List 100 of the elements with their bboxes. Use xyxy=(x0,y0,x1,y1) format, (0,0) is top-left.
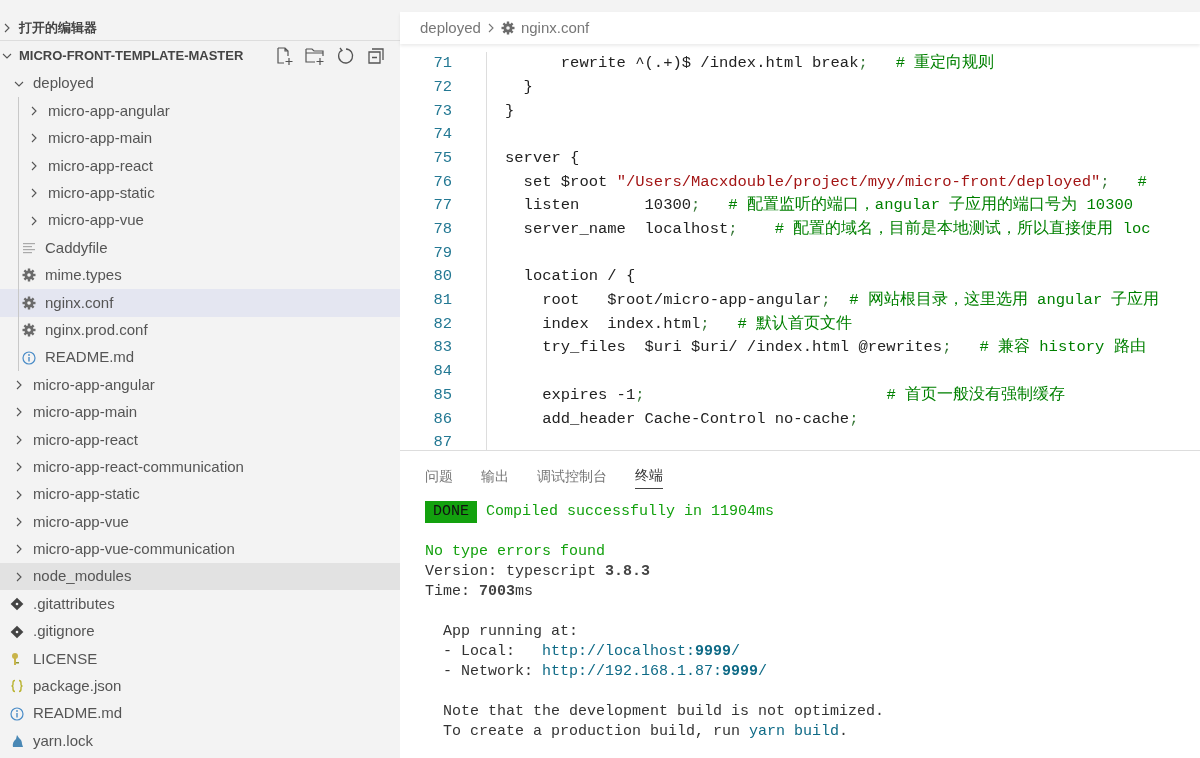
code-text: ; xyxy=(635,384,645,406)
terminal-text: No type errors found xyxy=(425,541,606,562)
code-text: location / { xyxy=(522,266,636,288)
terminal-text: 3.8.3 xyxy=(605,561,651,582)
done-badge: DONE xyxy=(425,500,477,524)
code-text: ; xyxy=(849,408,859,430)
chevron-right-icon xyxy=(29,188,39,199)
code-text: index index.html xyxy=(541,313,701,335)
code-text: add_header Cache-Control no-cache xyxy=(541,408,850,430)
chevron-right-icon xyxy=(29,133,39,144)
terminal-text: Time: xyxy=(425,581,471,602)
new-file-icon[interactable] xyxy=(274,45,294,66)
code-comment: # 配置的域名，目前是本地测试，所以直接使用 loc xyxy=(773,219,1151,241)
line-number: 87 xyxy=(432,432,452,450)
line-number: 76 xyxy=(432,171,452,193)
code-text: ; xyxy=(728,219,738,241)
panel-tab[interactable]: 终端 xyxy=(635,465,663,489)
info-icon xyxy=(22,350,36,365)
line-number: 83 xyxy=(432,337,452,359)
terminal-text: Compiled successfully in 11904ms xyxy=(485,501,775,522)
code-comment: # 首页一般没有强制缓存 xyxy=(885,384,1065,406)
chevron-right-icon xyxy=(29,215,39,226)
code-text: rewrite ^(.+)$ /index.html break xyxy=(559,53,859,75)
panel-tab[interactable]: 调试控制台 xyxy=(537,465,607,489)
code-text: ; xyxy=(858,53,868,75)
new-folder-icon[interactable] xyxy=(304,45,326,66)
line-number: 73 xyxy=(432,100,452,122)
panel-tab[interactable]: 问题 xyxy=(425,465,453,489)
info-icon xyxy=(10,706,24,721)
chevron-right-icon xyxy=(14,489,24,500)
code-comment: # 配置监听的端口，angular 子应用的端口号为 10300 xyxy=(727,194,1134,217)
open-editors-header[interactable]: 打开的编辑器 xyxy=(0,15,400,41)
terminal-text: . xyxy=(839,721,849,742)
line-number: 81 xyxy=(432,290,452,312)
line-number: 80 xyxy=(432,266,452,288)
code-text: server { xyxy=(505,147,580,169)
terminal-text: App running at: xyxy=(442,621,579,642)
chevron-right-icon xyxy=(2,22,12,33)
code-comment: # 兼容 history 路由 xyxy=(978,336,1146,359)
line-number: 75 xyxy=(432,147,452,169)
folder-item[interactable]: node_modules xyxy=(0,563,400,591)
text-lines-icon xyxy=(22,241,36,256)
terminal-text: Version: typescript xyxy=(425,561,598,582)
collapse-all-icon[interactable] xyxy=(366,45,386,66)
chevron-right-icon xyxy=(14,544,24,555)
gear-icon xyxy=(22,268,36,283)
line-number: 78 xyxy=(432,219,452,241)
chevron-right-icon xyxy=(14,571,24,582)
line-number: 71 xyxy=(432,53,452,75)
code-text: set $root xyxy=(522,171,609,193)
terminal-text: To create a production build, run xyxy=(442,721,742,742)
breadcrumb-item[interactable]: nginx.conf xyxy=(520,16,590,40)
code-text: ; xyxy=(942,337,952,359)
terminal-text: - Local: xyxy=(442,641,516,662)
code-text: server_name localhost xyxy=(522,219,729,241)
line-number: 79 xyxy=(432,242,452,264)
code-comment: # 默认首页文件 xyxy=(736,313,853,335)
code-text: ; xyxy=(691,195,701,217)
refresh-icon[interactable] xyxy=(336,45,356,66)
code-text: root $root/micro-app-angular xyxy=(541,290,822,312)
diamond-icon xyxy=(10,597,24,612)
chevron-right-icon xyxy=(14,434,24,445)
diamond-icon xyxy=(10,624,24,639)
line-number: 77 xyxy=(432,195,452,217)
terminal-text: 7003 xyxy=(479,581,516,602)
chevron-right-icon xyxy=(14,407,24,418)
chevron-right-icon xyxy=(486,23,495,33)
line-number: 84 xyxy=(432,361,452,383)
code-text: expires -1 xyxy=(541,384,636,406)
gear-icon xyxy=(22,295,36,310)
code-text: listen 10300 xyxy=(522,195,692,217)
file-item[interactable]: nginx.conf xyxy=(0,289,400,317)
code-text: try_files $uri $uri/ /index.html @rewrites xyxy=(541,337,943,359)
line-number: 72 xyxy=(432,76,452,98)
breadcrumb-item[interactable]: deployed xyxy=(420,16,481,40)
chevron-right-icon xyxy=(14,462,24,473)
braces-icon xyxy=(10,679,24,694)
code-text: ; xyxy=(1100,171,1110,193)
line-number: 86 xyxy=(432,408,452,430)
terminal-text: Note that the development build is not optimized. xyxy=(442,701,885,722)
code-text: ; xyxy=(821,290,831,312)
gear-icon xyxy=(500,21,515,35)
chevron-right-icon xyxy=(14,516,24,527)
chevron-right-icon xyxy=(29,106,39,117)
chevron-right-icon xyxy=(14,380,24,390)
line-number: 82 xyxy=(432,313,452,335)
code-comment: # 重定向规则 xyxy=(894,53,995,75)
code-string: "/Users/Macxdouble/project/myy/micro-front/deployed" xyxy=(616,171,1101,193)
project-header[interactable]: MICRO-FRONT-TEMPLATE-MASTER xyxy=(2,45,274,66)
line-number: 74 xyxy=(432,124,452,146)
code-comment: # 网站根目录，这里选用 angular 子应用 xyxy=(848,289,1160,312)
gear-icon xyxy=(22,323,36,338)
line-number: 85 xyxy=(432,384,452,406)
terminal-text: - Network: xyxy=(442,661,535,682)
code-text: } xyxy=(522,76,533,98)
terminal-text: ms xyxy=(515,581,534,602)
code-comment: # xyxy=(1136,171,1147,193)
chevron-right-icon xyxy=(29,160,39,171)
code-text: ; xyxy=(700,313,710,335)
panel-tab[interactable]: 输出 xyxy=(481,465,509,489)
